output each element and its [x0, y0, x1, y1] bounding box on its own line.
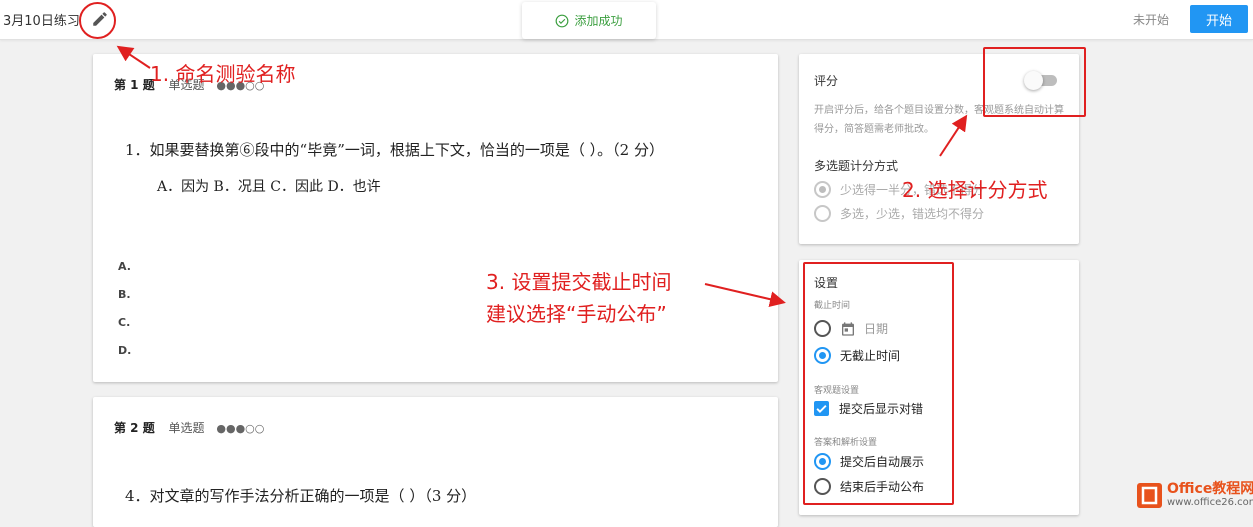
office-logo-icon — [1137, 483, 1162, 508]
option-label-c[interactable]: C. — [118, 316, 130, 329]
option-label-b[interactable]: B. — [118, 288, 131, 301]
question-text: 1．如果要替换第⑥段中的“毕竟”一词，根据上下文，恰当的一项是（ ）。（2 分） — [125, 141, 664, 159]
check-circle-icon — [556, 14, 569, 27]
toast-text: 添加成功 — [574, 14, 623, 28]
status-text: 未开始 — [1133, 13, 1170, 27]
question-text: 4．对文章的写作手法分析正确的一项是（ ）（3 分） — [125, 487, 477, 505]
option-label-d[interactable]: D. — [118, 344, 131, 357]
logo-name: Office教程网 — [1167, 481, 1253, 497]
annotation-box-settings — [803, 262, 954, 505]
question-choices: A．因为 B．况且 C．因此 D．也许 — [157, 179, 381, 195]
annotation-circle — [79, 2, 116, 39]
radio-button[interactable] — [814, 205, 831, 222]
multi-scoring-title: 多选题计分方式 — [814, 159, 899, 173]
office-logo: Office教程网 www.office26.com — [1137, 482, 1253, 509]
annotation-box-scoring — [983, 47, 1086, 117]
option-label: 多选，少选，错选均不得分 — [840, 207, 985, 221]
question-card-1[interactable]: 第 1 题 单选题 ●●●○○ 1．如果要替换第⑥段中的“毕竟”一词，根据上下文… — [93, 54, 778, 382]
radio-button[interactable] — [814, 181, 831, 198]
question-card-2[interactable]: 第 2 题 单选题 ●●●○○ 4．对文章的写作手法分析正确的一项是（ ）（3 … — [93, 397, 778, 527]
question-number: 第 1 题 — [114, 78, 155, 92]
annotation-3-line-2: 建议选择“手动公布” — [486, 302, 667, 326]
option-label-a[interactable]: A. — [118, 260, 131, 273]
question-header: 第 2 题 单选题 ●●●○○ — [114, 419, 264, 436]
quiz-title[interactable]: 3月10日练习 — [3, 10, 80, 29]
scoring-title: 评分 — [814, 74, 839, 88]
logo-url: www.office26.com — [1167, 497, 1253, 508]
top-bar: 3月10日练习 添加成功 未开始 开始 — [0, 0, 1253, 40]
difficulty-dots: ●●●○○ — [216, 422, 265, 435]
question-number: 第 2 题 — [114, 421, 155, 435]
question-type: 单选题 — [168, 421, 205, 435]
success-toast: 添加成功 — [522, 2, 656, 39]
start-button[interactable]: 开始 — [1190, 5, 1248, 33]
annotation-3-line-1: 3. 设置提交截止时间 — [486, 270, 672, 294]
multi-option-none[interactable]: 多选，少选，错选均不得分 — [814, 205, 984, 222]
annotation-2: 2. 选择计分方式 — [902, 178, 1048, 202]
annotation-1: 1. 命名测验名称 — [150, 62, 296, 86]
